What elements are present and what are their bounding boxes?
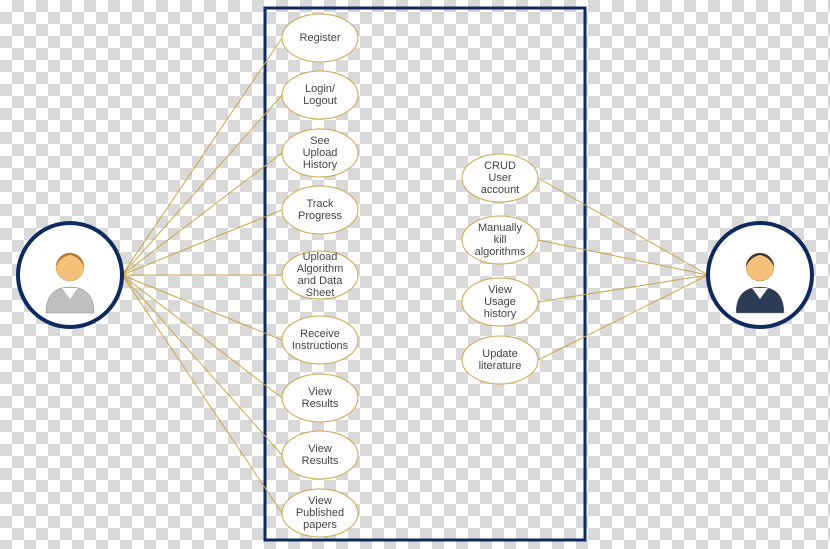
use-case-view-results-2: [282, 431, 358, 479]
use-case-usage-history: [462, 278, 538, 326]
connector-user-view-results-1: [122, 275, 282, 398]
use-case-login-logout: [282, 71, 358, 119]
use-case-upload-algo: [282, 251, 358, 299]
connector-user-register: [122, 38, 282, 275]
use-case-view-results-1: [282, 374, 358, 422]
connector-admin-update-lit: [538, 275, 708, 360]
use-case-diagram: [0, 0, 830, 549]
connector-admin-crud-user: [538, 178, 708, 275]
use-case-register: [282, 14, 358, 62]
use-case-crud-user: [462, 154, 538, 202]
use-case-upload-history: [282, 129, 358, 177]
use-case-track-progress: [282, 186, 358, 234]
connector-user-view-results-2: [122, 275, 282, 455]
use-case-receive-instr: [282, 316, 358, 364]
connector-user-login-logout: [122, 95, 282, 275]
connector-user-view-papers: [122, 275, 282, 513]
connector-user-upload-history: [122, 153, 282, 275]
use-case-update-lit: [462, 336, 538, 384]
connector-admin-kill-algo: [538, 240, 708, 275]
connector-admin-usage-history: [538, 275, 708, 302]
connector-user-track-progress: [122, 210, 282, 275]
connector-user-receive-instr: [122, 275, 282, 340]
use-case-view-papers: [282, 489, 358, 537]
use-case-kill-algo: [462, 216, 538, 264]
